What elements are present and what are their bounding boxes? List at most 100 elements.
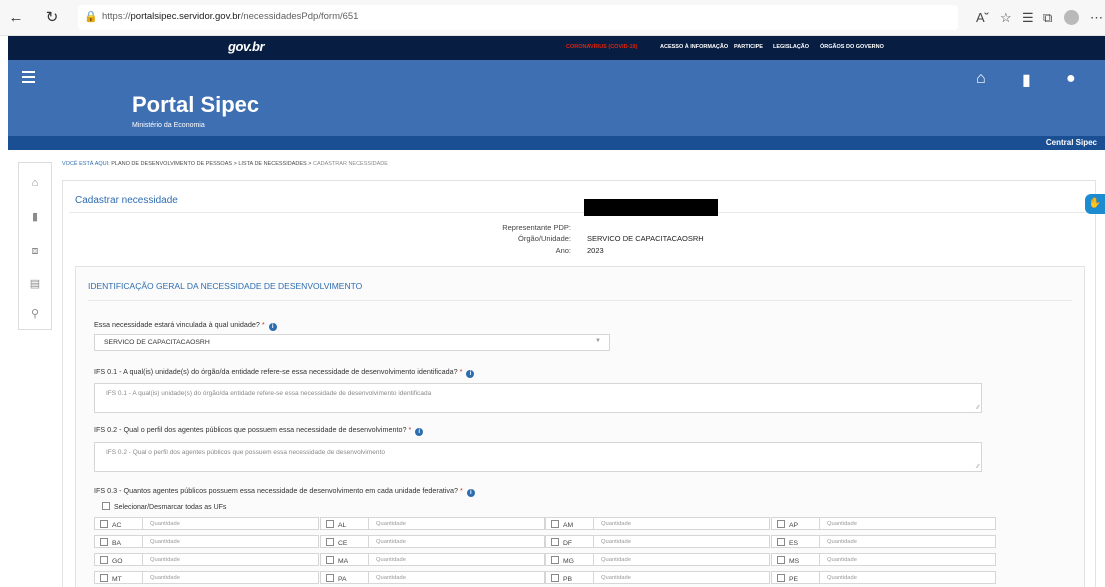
qty-input[interactable]: Quantidade [376,539,406,545]
book-icon[interactable]: ▮ [1022,70,1031,90]
checkbox[interactable] [326,556,334,564]
uf-checkbox[interactable]: GO [95,554,143,565]
user-icon[interactable]: ● [1066,70,1076,88]
qty-input[interactable]: Quantidade [601,575,631,581]
q3-textarea[interactable]: IFS 0.2 - Qual o perfil dos agentes públ… [94,442,982,472]
uf-checkbox[interactable]: PB [546,572,594,583]
back-arrow-icon[interactable]: ← [8,10,24,26]
govbr-link-participe[interactable]: PARTICIPE [734,44,763,50]
select-all-checkbox[interactable] [102,502,110,510]
q2-textarea[interactable]: IFS 0.1 - A qual(is) unidade(s) do órgão… [94,383,982,413]
govbr-link-acesso[interactable]: ACESSO À INFORMAÇÃO [660,44,728,50]
qty-input[interactable]: Quantidade [150,539,180,545]
checkbox[interactable] [326,538,334,546]
info-icon[interactable]: i [268,323,277,331]
uf-checkbox[interactable]: AM [546,518,594,529]
checkbox[interactable] [100,520,108,528]
info-icon[interactable]: i [415,428,424,436]
breadcrumb-item-pdp[interactable]: PLANO DE DESENVOLVIMENTO DE PESSOAS [111,161,232,167]
representante-label: Representante PDP: [502,223,571,232]
checkbox[interactable] [777,538,785,546]
checkbox[interactable] [100,556,108,564]
central-sipec-link[interactable]: Central Sipec [1046,138,1097,147]
more-options-icon[interactable]: ⋯ [1090,10,1103,26]
govbr-link-orgaos[interactable]: ÓRGÃOS DO GOVERNO [820,44,884,50]
rail-home-icon[interactable]: ⌂ [19,177,51,189]
resize-grip-icon[interactable]: ∕∕ [977,464,979,470]
rail-search-icon[interactable]: ⚲ [19,307,51,320]
qty-input[interactable]: Quantidade [376,575,406,581]
unit-select[interactable]: SERVICO DE CAPACITACAOSRH ▼ [94,334,610,351]
govbr-link-coronavirus[interactable]: CORONAVÍRUS (COVID-19) [566,44,637,50]
uf-code: BA [112,540,122,547]
address-bar[interactable]: 🔒 https://portalsipec.servidor.gov.br/ne… [78,5,958,30]
checkbox[interactable] [100,574,108,582]
uf-code: MS [789,558,800,565]
checkbox[interactable] [777,574,785,582]
checkbox[interactable] [326,574,334,582]
page-title: Cadastrar necessidade [75,195,178,206]
info-icon[interactable]: i [466,489,475,497]
uf-cell-go: GO Quantidade [94,553,319,566]
qty-input[interactable]: Quantidade [827,521,857,527]
checkbox[interactable] [551,556,559,564]
qty-input[interactable]: Quantidade [827,539,857,545]
resize-grip-icon[interactable]: ∕∕ [977,405,979,411]
favorites-list-icon[interactable]: ☰ [1022,10,1034,26]
uf-checkbox[interactable]: MA [321,554,369,565]
home-icon[interactable]: ⌂ [976,70,986,88]
rail-book-icon[interactable]: ▮ [19,210,51,223]
breadcrumb-item-current: CADASTRAR NECESSIDADE [313,161,388,167]
read-aloud-icon[interactable]: A˘ [976,10,989,26]
favorite-star-icon[interactable]: ☆ [1000,10,1012,26]
uf-checkbox[interactable]: MG [546,554,594,565]
uf-checkbox[interactable]: ES [772,536,820,547]
checkbox[interactable] [100,538,108,546]
checkbox[interactable] [551,538,559,546]
uf-checkbox[interactable]: MT [95,572,143,583]
menu-hamburger-icon[interactable] [22,71,35,86]
qty-input[interactable]: Quantidade [601,521,631,527]
uf-code: AP [789,522,799,529]
uf-cell-ce: CE Quantidade [320,535,545,548]
reload-icon[interactable]: ↻ [44,10,60,26]
portal-title[interactable]: Portal Sipec [132,92,259,118]
qty-input[interactable]: Quantidade [150,557,180,563]
qty-input[interactable]: Quantidade [601,539,631,545]
breadcrumb-item-lista[interactable]: LISTA DE NECESSIDADES [238,161,306,167]
qty-input[interactable]: Quantidade [150,575,180,581]
qty-input[interactable]: Quantidade [827,557,857,563]
checkbox[interactable] [326,520,334,528]
uf-checkbox[interactable]: PE [772,572,820,583]
uf-checkbox[interactable]: AL [321,518,369,529]
qty-input[interactable]: Quantidade [827,575,857,581]
q2-label: IFS 0.1 - A qual(is) unidade(s) do órgão… [94,367,475,378]
profile-avatar[interactable] [1064,10,1079,25]
uf-checkbox[interactable]: BA [95,536,143,547]
qty-input[interactable]: Quantidade [601,557,631,563]
uf-checkbox[interactable]: DF [546,536,594,547]
q4-text: IFS 0.3 - Quantos agentes públicos possu… [94,486,458,495]
govbr-link-legislacao[interactable]: LEGISLAÇÃO [773,44,809,50]
rail-pill-icon[interactable]: ⧈ [19,245,51,258]
checkbox[interactable] [777,556,785,564]
checkbox[interactable] [777,520,785,528]
uf-checkbox[interactable]: PA [321,572,369,583]
uf-cell-es: ES Quantidade [771,535,996,548]
uf-code: GO [112,558,123,565]
qty-input[interactable]: Quantidade [376,557,406,563]
info-icon[interactable]: i [466,370,475,378]
uf-checkbox[interactable]: CE [321,536,369,547]
rail-card-icon[interactable]: ▤ [19,277,51,290]
govbr-logo[interactable]: gov.br [228,39,265,54]
uf-checkbox[interactable]: AC [95,518,143,529]
collections-icon[interactable]: ⧉ [1043,10,1052,26]
checkbox[interactable] [551,520,559,528]
checkbox[interactable] [551,574,559,582]
select-all-ufs[interactable]: Selecionar/Desmarcar todas as UFs [102,502,226,511]
qty-input[interactable]: Quantidade [376,521,406,527]
accessibility-hand-icon[interactable]: ✋ [1085,194,1105,214]
uf-checkbox[interactable]: MS [772,554,820,565]
uf-checkbox[interactable]: AP [772,518,820,529]
qty-input[interactable]: Quantidade [150,521,180,527]
